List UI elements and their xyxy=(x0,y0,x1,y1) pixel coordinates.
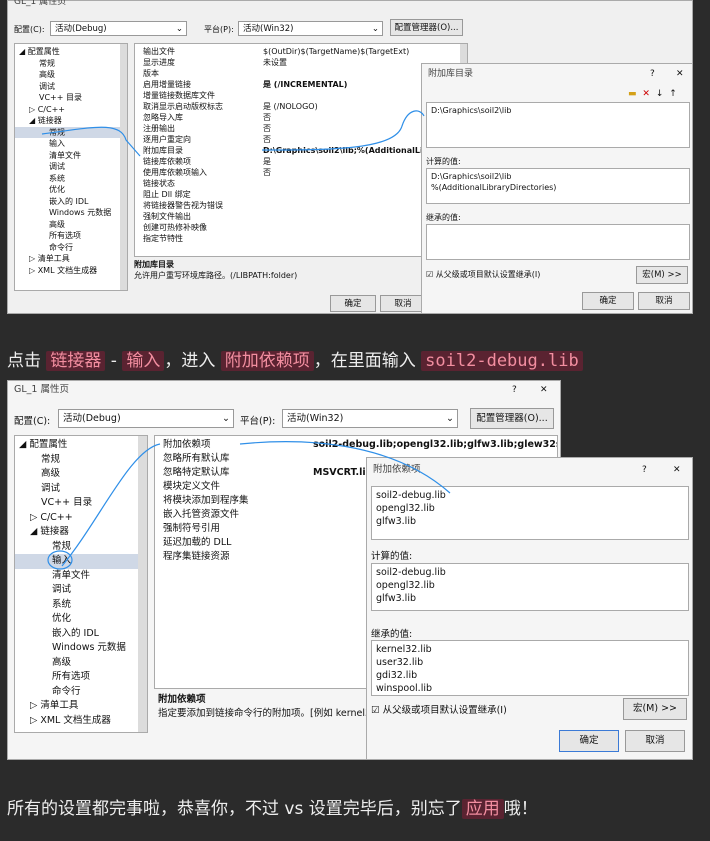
annotation-stroke xyxy=(41,126,141,157)
caption-text: 所有的设置都完事啦，恭喜你，不过 vs 设置完毕后，别忘了 xyxy=(7,799,462,819)
annotation-stroke xyxy=(239,441,451,494)
annotation-arrows xyxy=(41,110,451,570)
caption-text: 哦！ xyxy=(503,799,538,819)
caption-2: 所有的设置都完事啦，恭喜你，不过 vs 设置完毕后，别忘了 应用 哦！ xyxy=(7,797,538,821)
annotation-stroke xyxy=(261,110,425,151)
highlight-apply: 应用 xyxy=(461,799,504,819)
annotation-circle xyxy=(47,550,73,570)
annotation-stroke xyxy=(61,443,161,567)
